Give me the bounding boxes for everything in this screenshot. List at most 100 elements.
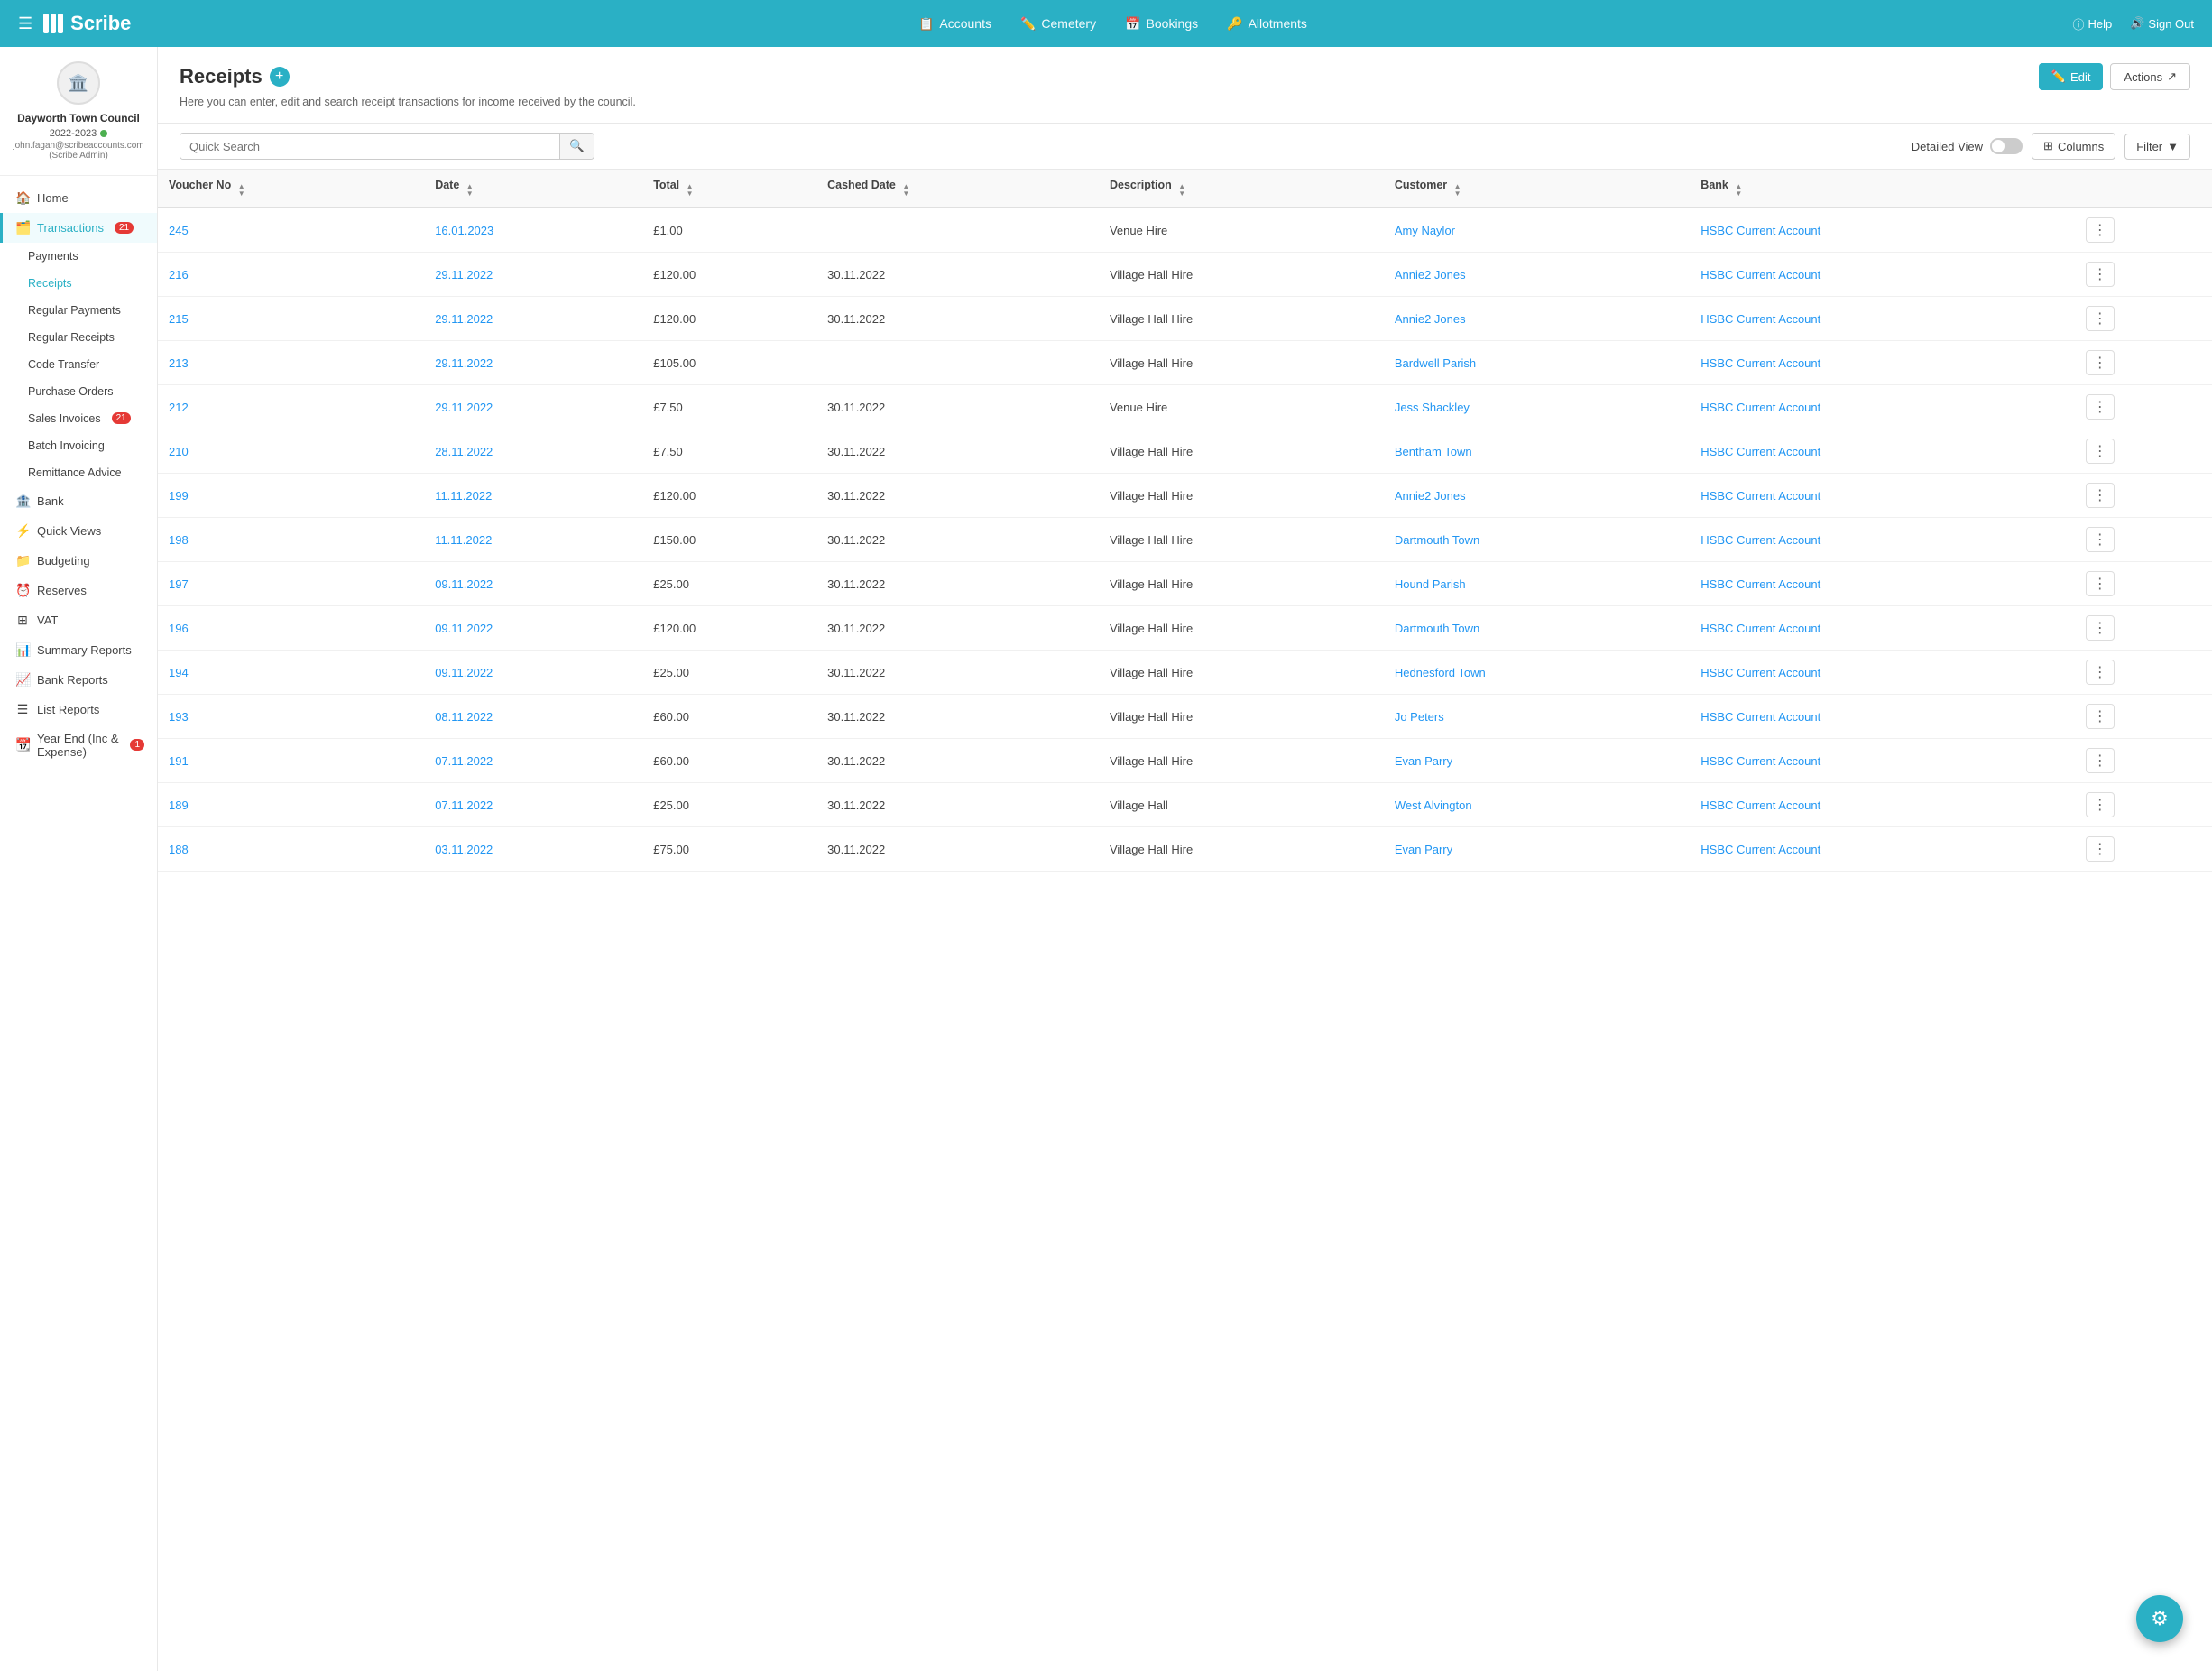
row-actions-button[interactable]: ⋮ bbox=[2086, 792, 2115, 817]
row-actions-button[interactable]: ⋮ bbox=[2086, 394, 2115, 420]
columns-button[interactable]: ⊞ Columns bbox=[2032, 133, 2115, 160]
bank-link[interactable]: HSBC Current Account bbox=[1700, 356, 1820, 370]
bank-link[interactable]: HSBC Current Account bbox=[1700, 224, 1820, 237]
customer-link[interactable]: Annie2 Jones bbox=[1395, 268, 1466, 282]
date-link[interactable]: 09.11.2022 bbox=[435, 577, 493, 591]
bank-link[interactable]: HSBC Current Account bbox=[1700, 622, 1820, 635]
customer-link[interactable]: Amy Naylor bbox=[1395, 224, 1455, 237]
date-link[interactable]: 07.11.2022 bbox=[435, 799, 493, 812]
bank-link[interactable]: HSBC Current Account bbox=[1700, 533, 1820, 547]
col-voucher-no[interactable]: Voucher No ▲▼ bbox=[158, 170, 424, 208]
row-actions-button[interactable]: ⋮ bbox=[2086, 439, 2115, 464]
sidebar-item-transactions[interactable]: 🗂️ Transactions 21 bbox=[0, 213, 157, 243]
sidebar-item-regular-payments[interactable]: Regular Payments bbox=[0, 297, 157, 324]
sidebar-item-year-end[interactable]: 📆 Year End (Inc & Expense) 1 bbox=[0, 725, 157, 766]
row-actions-button[interactable]: ⋮ bbox=[2086, 527, 2115, 552]
add-receipt-button[interactable]: + bbox=[270, 67, 290, 87]
row-actions-button[interactable]: ⋮ bbox=[2086, 704, 2115, 729]
customer-link[interactable]: Evan Parry bbox=[1395, 754, 1452, 768]
customer-link[interactable]: Bentham Town bbox=[1395, 445, 1472, 458]
date-link[interactable]: 16.01.2023 bbox=[435, 224, 493, 237]
signout-link[interactable]: 🔊 Sign Out bbox=[2130, 16, 2194, 31]
voucher-link[interactable]: 198 bbox=[169, 533, 189, 547]
row-actions-button[interactable]: ⋮ bbox=[2086, 262, 2115, 287]
row-actions-button[interactable]: ⋮ bbox=[2086, 748, 2115, 773]
voucher-link[interactable]: 213 bbox=[169, 356, 189, 370]
sidebar-item-budgeting[interactable]: 📁 Budgeting bbox=[0, 546, 157, 576]
date-link[interactable]: 29.11.2022 bbox=[435, 401, 493, 414]
hamburger-icon[interactable]: ☰ bbox=[18, 14, 32, 33]
detailed-view-toggle[interactable] bbox=[1990, 138, 2023, 154]
help-link[interactable]: ⓘ Help bbox=[2072, 15, 2112, 32]
customer-link[interactable]: Evan Parry bbox=[1395, 843, 1452, 856]
bank-link[interactable]: HSBC Current Account bbox=[1700, 843, 1820, 856]
nav-allotments[interactable]: 🔑 Allotments bbox=[1227, 16, 1307, 32]
row-actions-button[interactable]: ⋮ bbox=[2086, 483, 2115, 508]
sidebar-item-purchase-orders[interactable]: Purchase Orders bbox=[0, 378, 157, 405]
sidebar-item-bank[interactable]: 🏦 Bank bbox=[0, 486, 157, 516]
date-link[interactable]: 08.11.2022 bbox=[435, 710, 493, 724]
row-actions-button[interactable]: ⋮ bbox=[2086, 836, 2115, 862]
sidebar-item-quick-views[interactable]: ⚡ Quick Views bbox=[0, 516, 157, 546]
date-link[interactable]: 09.11.2022 bbox=[435, 622, 493, 635]
date-link[interactable]: 11.11.2022 bbox=[435, 533, 492, 547]
date-link[interactable]: 28.11.2022 bbox=[435, 445, 493, 458]
voucher-link[interactable]: 197 bbox=[169, 577, 189, 591]
col-date[interactable]: Date ▲▼ bbox=[424, 170, 642, 208]
bank-link[interactable]: HSBC Current Account bbox=[1700, 312, 1820, 326]
customer-link[interactable]: Annie2 Jones bbox=[1395, 489, 1466, 503]
sidebar-item-home[interactable]: 🏠 Home bbox=[0, 183, 157, 213]
bank-link[interactable]: HSBC Current Account bbox=[1700, 577, 1820, 591]
customer-link[interactable]: Annie2 Jones bbox=[1395, 312, 1466, 326]
sidebar-item-payments[interactable]: Payments bbox=[0, 243, 157, 270]
voucher-link[interactable]: 196 bbox=[169, 622, 189, 635]
row-actions-button[interactable]: ⋮ bbox=[2086, 571, 2115, 596]
sidebar-item-vat[interactable]: ⊞ VAT bbox=[0, 605, 157, 635]
actions-button[interactable]: Actions ↗ bbox=[2110, 63, 2190, 90]
row-actions-button[interactable]: ⋮ bbox=[2086, 217, 2115, 243]
voucher-link[interactable]: 215 bbox=[169, 312, 189, 326]
voucher-link[interactable]: 188 bbox=[169, 843, 189, 856]
sidebar-item-reserves[interactable]: ⏰ Reserves bbox=[0, 576, 157, 605]
sidebar-item-batch-invoicing[interactable]: Batch Invoicing bbox=[0, 432, 157, 459]
filter-button[interactable]: Filter ▼ bbox=[2124, 134, 2190, 160]
voucher-link[interactable]: 212 bbox=[169, 401, 189, 414]
row-actions-button[interactable]: ⋮ bbox=[2086, 306, 2115, 331]
customer-link[interactable]: Jess Shackley bbox=[1395, 401, 1470, 414]
nav-accounts[interactable]: 📋 Accounts bbox=[918, 16, 991, 32]
date-link[interactable]: 03.11.2022 bbox=[435, 843, 493, 856]
sidebar-item-list-reports[interactable]: ☰ List Reports bbox=[0, 695, 157, 725]
sidebar-item-regular-receipts[interactable]: Regular Receipts bbox=[0, 324, 157, 351]
search-button[interactable]: 🔍 bbox=[559, 134, 594, 159]
voucher-link[interactable]: 199 bbox=[169, 489, 189, 503]
bank-link[interactable]: HSBC Current Account bbox=[1700, 666, 1820, 679]
col-cashed-date[interactable]: Cashed Date ▲▼ bbox=[816, 170, 1099, 208]
search-input[interactable] bbox=[180, 134, 559, 159]
col-description[interactable]: Description ▲▼ bbox=[1099, 170, 1384, 208]
date-link[interactable]: 07.11.2022 bbox=[435, 754, 493, 768]
voucher-link[interactable]: 193 bbox=[169, 710, 189, 724]
sidebar-item-sales-invoices[interactable]: Sales Invoices 21 bbox=[0, 405, 157, 432]
col-total[interactable]: Total ▲▼ bbox=[642, 170, 816, 208]
date-link[interactable]: 29.11.2022 bbox=[435, 356, 493, 370]
nav-bookings[interactable]: 📅 Bookings bbox=[1125, 16, 1198, 32]
voucher-link[interactable]: 189 bbox=[169, 799, 189, 812]
row-actions-button[interactable]: ⋮ bbox=[2086, 615, 2115, 641]
bank-link[interactable]: HSBC Current Account bbox=[1700, 710, 1820, 724]
fab-button[interactable]: ⚙ bbox=[2136, 1595, 2183, 1642]
date-link[interactable]: 09.11.2022 bbox=[435, 666, 493, 679]
customer-link[interactable]: West Alvington bbox=[1395, 799, 1472, 812]
sidebar-item-receipts[interactable]: Receipts bbox=[0, 270, 157, 297]
customer-link[interactable]: Hound Parish bbox=[1395, 577, 1466, 591]
col-customer[interactable]: Customer ▲▼ bbox=[1384, 170, 1690, 208]
customer-link[interactable]: Hednesford Town bbox=[1395, 666, 1486, 679]
sidebar-item-summary-reports[interactable]: 📊 Summary Reports bbox=[0, 635, 157, 665]
edit-button[interactable]: ✏️ Edit bbox=[2039, 63, 2104, 90]
customer-link[interactable]: Bardwell Parish bbox=[1395, 356, 1476, 370]
date-link[interactable]: 29.11.2022 bbox=[435, 312, 493, 326]
row-actions-button[interactable]: ⋮ bbox=[2086, 350, 2115, 375]
customer-link[interactable]: Dartmouth Town bbox=[1395, 622, 1479, 635]
nav-cemetery[interactable]: ✏️ Cemetery bbox=[1020, 16, 1096, 32]
voucher-link[interactable]: 194 bbox=[169, 666, 189, 679]
date-link[interactable]: 11.11.2022 bbox=[435, 489, 492, 503]
